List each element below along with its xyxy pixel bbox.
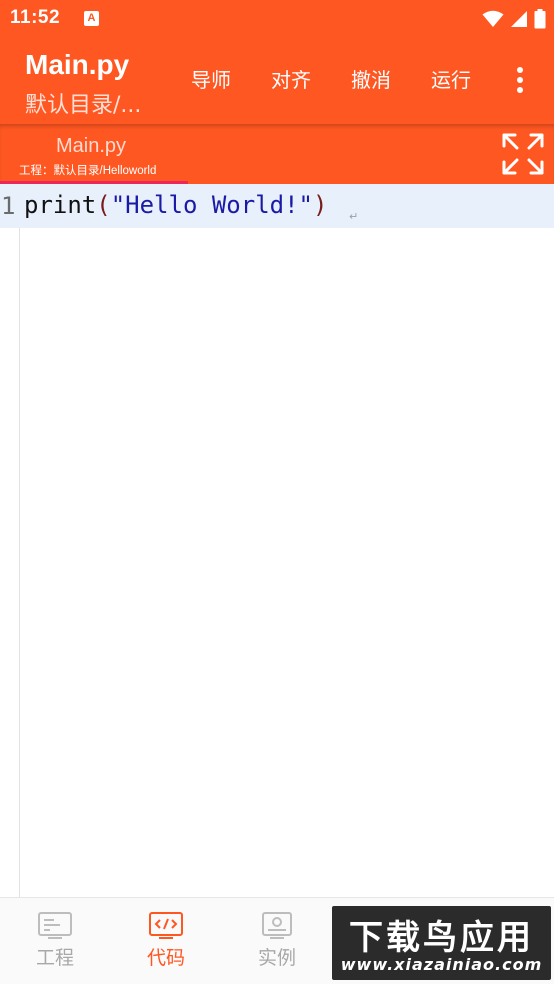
watermark-url: www.xiazainiao.com: [340, 955, 543, 974]
nav-code[interactable]: 代码: [111, 898, 221, 984]
status-bar: 11:52 A: [0, 0, 554, 38]
nav-examples[interactable]: 实例: [222, 898, 332, 984]
file-tab-bar: Main.py 工程：默认目录/Helloworld: [0, 124, 554, 184]
nav-examples-label: 实例: [257, 947, 296, 969]
code-line[interactable]: print("Hello World!"): [24, 191, 327, 219]
app-bar: Main.py 默认目录/... 导师 对齐 撤消 运行: [0, 38, 554, 124]
undo-button[interactable]: 撤消: [351, 64, 391, 93]
app-subtitle: 默认目录/...: [25, 93, 142, 118]
code-editor[interactable]: 1 print("Hello World!") ↵: [0, 184, 554, 897]
align-button[interactable]: 对齐: [271, 64, 311, 93]
nav-code-label: 代码: [146, 947, 185, 969]
gutter-divider: [19, 228, 20, 897]
notification-icon: A: [84, 11, 99, 26]
code-string: "Hello World!": [110, 191, 313, 219]
signal-icon: [511, 11, 527, 27]
tab-main-py[interactable]: Main.py: [56, 135, 126, 158]
status-icons: [482, 8, 546, 30]
run-button[interactable]: 运行: [431, 64, 471, 93]
nav-project[interactable]: 工程: [0, 898, 110, 984]
end-of-line-marker: ↵: [349, 210, 359, 223]
examples-icon: [262, 912, 292, 939]
code-open-paren: (: [96, 191, 111, 219]
watermark: 下载鸟应用 www.xiazainiao.com: [332, 906, 551, 980]
tutor-button[interactable]: 导师: [191, 64, 231, 93]
watermark-main-text: 下载鸟应用: [349, 918, 534, 958]
battery-icon: [534, 9, 546, 29]
nav-project-label: 工程: [35, 947, 74, 969]
wifi-icon: [482, 10, 504, 27]
code-function: print: [24, 191, 97, 219]
project-icon: [38, 912, 72, 939]
project-path: 工程：默认目录/Helloworld: [19, 165, 157, 177]
code-close-paren: ): [313, 191, 328, 219]
code-icon: [149, 912, 183, 939]
line-number: 1: [1, 192, 16, 220]
app-title: Main.py: [25, 49, 130, 80]
fullscreen-icon[interactable]: [500, 131, 546, 177]
status-time: 11:52: [10, 7, 61, 28]
more-vert-icon[interactable]: [508, 64, 532, 96]
